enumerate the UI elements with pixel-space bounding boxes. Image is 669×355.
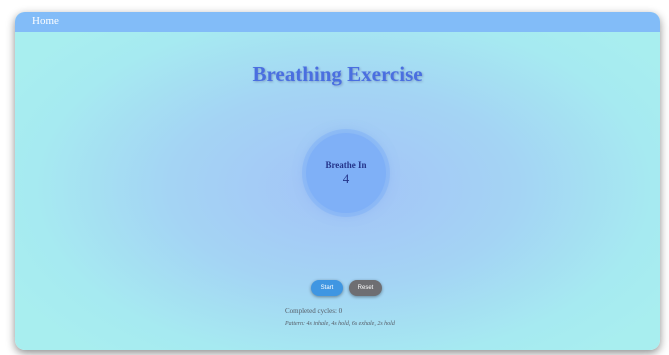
completed-cycles-text: Completed cycles: 0 (285, 307, 343, 315)
page-title: Breathing Exercise (252, 62, 423, 86)
breath-countdown: 4 (342, 171, 350, 186)
app-window: Home Breathing Exercise Breathe In 4 Sta… (15, 12, 660, 350)
pattern-text: Pattern: 4s inhale, 4s hold, 6s exhale, … (285, 321, 395, 327)
breath-phase-label: Breathe In (325, 160, 367, 170)
top-nav-bar: Home (15, 12, 660, 32)
reset-button[interactable]: Reset (349, 280, 382, 296)
breathing-circle: Breathe In 4 (306, 133, 386, 213)
start-button[interactable]: Start (311, 280, 343, 296)
home-link[interactable]: Home (32, 15, 59, 27)
